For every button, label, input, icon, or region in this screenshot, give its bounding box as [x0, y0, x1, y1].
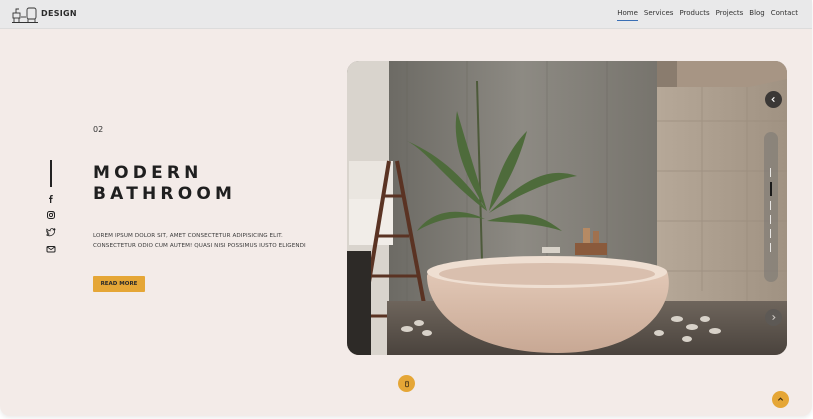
- slider-next-button[interactable]: [765, 309, 782, 326]
- chevron-left-icon: [771, 96, 775, 103]
- main-nav: Home Services Products Projects Blog Con…: [617, 9, 798, 21]
- furniture-logo-icon[interactable]: [11, 6, 39, 24]
- back-to-top-button[interactable]: [772, 391, 789, 408]
- read-more-button[interactable]: READ MORE: [93, 276, 145, 292]
- twitter-icon[interactable]: [46, 227, 56, 237]
- chevron-up-icon: [777, 397, 784, 401]
- hero-title: MODERN BATHROOM: [93, 163, 236, 205]
- brand-name[interactable]: DESIGN: [41, 9, 77, 18]
- hero-description-line-1: LOREM IPSUM DOLOR SIT, AMET CONSECTETUR …: [93, 233, 283, 239]
- hero-description: LOREM IPSUM DOLOR SIT, AMET CONSECTETUR …: [93, 231, 343, 251]
- slider-prev-button[interactable]: [765, 91, 782, 108]
- hero-description-line-2: CONSECTETUR ODIO CUM AUTEM! QUASI NISI P…: [93, 243, 306, 249]
- nav-item-home[interactable]: Home: [617, 9, 638, 21]
- nav-item-contact[interactable]: Contact: [771, 9, 798, 21]
- instagram-icon[interactable]: [46, 210, 56, 220]
- mouse-icon: [404, 380, 409, 387]
- nav-item-projects[interactable]: Projects: [716, 9, 744, 21]
- facebook-icon[interactable]: [46, 194, 56, 204]
- slide-indicator-5[interactable]: [770, 229, 771, 238]
- scroll-down-button[interactable]: [398, 375, 415, 392]
- bathroom-bathtub-photo: [347, 61, 787, 355]
- slide-indicator-2[interactable]: [770, 182, 772, 196]
- nav-item-blog[interactable]: Blog: [749, 9, 764, 21]
- mail-icon[interactable]: [46, 244, 56, 254]
- page-frame: DESIGN Home Services Products Projects B…: [0, 0, 812, 416]
- slide-number: 02: [93, 125, 104, 134]
- social-divider: [50, 160, 52, 187]
- slide-indicator-1[interactable]: [770, 168, 771, 177]
- slide-indicator-4[interactable]: [770, 215, 771, 224]
- navbar: DESIGN Home Services Products Projects B…: [0, 0, 812, 29]
- hero-title-line-1: MODERN: [93, 163, 203, 183]
- chevron-right-icon: [772, 314, 776, 321]
- hero-title-line-2: BATHROOM: [93, 184, 237, 204]
- slide-indicator-track[interactable]: [764, 132, 778, 282]
- nav-item-products[interactable]: Products: [679, 9, 709, 21]
- slide-indicator-3[interactable]: [770, 201, 771, 210]
- nav-item-services[interactable]: Services: [644, 9, 674, 21]
- slide-indicator-6[interactable]: [770, 243, 771, 252]
